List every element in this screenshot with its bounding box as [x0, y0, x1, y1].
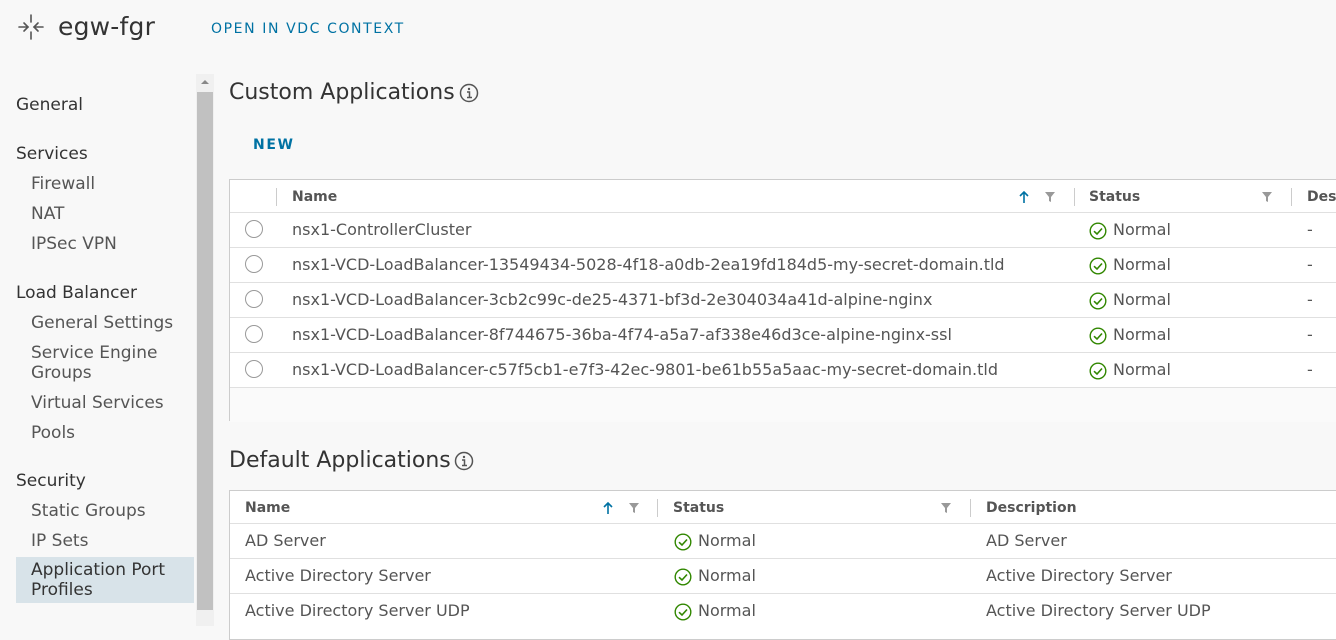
app-name: nsx1-VCD-LoadBalancer-c57f5cb1-e7f3-42ec… — [292, 360, 999, 379]
sidebar-item-ipsec-vpn[interactable]: IPSec VPN — [16, 234, 194, 254]
status-text: Normal — [1113, 360, 1171, 379]
check-circle-icon — [674, 568, 692, 586]
app-name: Active Directory Server — [245, 566, 431, 585]
open-in-vdc-context-link[interactable]: OPEN IN VDC CONTEXT — [211, 21, 405, 37]
column-separator — [970, 499, 971, 517]
app-name: Active Directory Server UDP — [245, 601, 470, 620]
sidebar-item-ip-sets[interactable]: IP Sets — [16, 531, 194, 551]
custom-applications-title: Custom Applications — [229, 80, 455, 105]
sidebar-item-firewall[interactable]: Firewall — [16, 174, 194, 194]
description-text: - — [1307, 220, 1313, 239]
description-text: Active Directory Server — [986, 566, 1172, 585]
grid-header: Name Status Desc — [230, 180, 1336, 212]
app-name: nsx1-ControllerCluster — [292, 220, 472, 239]
column-header-description[interactable]: Desc — [1307, 189, 1336, 205]
column-separator — [657, 499, 658, 517]
info-circle-icon[interactable] — [454, 451, 474, 471]
check-circle-icon — [674, 603, 692, 621]
row-select-radio[interactable] — [245, 360, 263, 378]
sidebar-group-load-balancer: Load Balancer — [16, 283, 137, 303]
row-select-radio[interactable] — [245, 220, 263, 238]
table-row[interactable]: Active Directory Server Normal Active Di… — [230, 558, 1336, 594]
default-applications-grid: Name Status Description AD Server Normal… — [229, 490, 1336, 640]
page-header: egw-fgr OPEN IN VDC CONTEXT — [0, 0, 1336, 60]
filter-icon[interactable] — [1261, 190, 1273, 204]
check-circle-icon — [1089, 362, 1107, 380]
filter-icon[interactable] — [628, 501, 640, 515]
column-header-status[interactable]: Status — [673, 500, 724, 516]
app-name: nsx1-VCD-LoadBalancer-3cb2c99c-de25-4371… — [292, 290, 933, 309]
info-circle-icon[interactable] — [459, 83, 479, 103]
column-header-status[interactable]: Status — [1089, 189, 1140, 205]
column-header-name[interactable]: Name — [292, 189, 337, 205]
column-header-name[interactable]: Name — [245, 500, 290, 516]
app-name: AD Server — [245, 531, 326, 550]
table-row[interactable]: nsx1-VCD-LoadBalancer-13549434-5028-4f18… — [230, 247, 1336, 283]
description-text: Active Directory Server UDP — [986, 601, 1211, 620]
row-select-radio[interactable] — [245, 290, 263, 308]
sidebar-scrollbar-thumb[interactable] — [197, 92, 213, 610]
status-text: Normal — [698, 531, 756, 550]
sidebar-item-general[interactable]: General — [16, 95, 83, 115]
app-name: nsx1-VCD-LoadBalancer-8f744675-36ba-4f74… — [292, 325, 952, 344]
description-text: - — [1307, 255, 1313, 274]
table-row[interactable]: nsx1-VCD-LoadBalancer-c57f5cb1-e7f3-42ec… — [230, 352, 1336, 388]
status-text: Normal — [1113, 325, 1171, 344]
grid-header: Name Status Description — [230, 491, 1336, 523]
column-separator — [1291, 188, 1292, 206]
table-row[interactable]: nsx1-ControllerCluster Normal - — [230, 212, 1336, 248]
page-title: egw-fgr — [58, 12, 156, 41]
column-separator — [276, 188, 277, 206]
check-circle-icon — [1089, 292, 1107, 310]
sidebar-item-virtual-services[interactable]: Virtual Services — [16, 393, 194, 413]
sidebar-item-general-settings[interactable]: General Settings — [16, 313, 194, 333]
sidebar-item-static-groups[interactable]: Static Groups — [16, 501, 194, 521]
new-application-button[interactable]: NEW — [253, 137, 295, 153]
column-header-description[interactable]: Description — [986, 500, 1077, 516]
row-select-radio[interactable] — [245, 325, 263, 343]
check-circle-icon — [674, 533, 692, 551]
sidebar-item-pools[interactable]: Pools — [16, 423, 194, 443]
table-row[interactable]: Active Directory Server UDP Normal Activ… — [230, 593, 1336, 629]
arrow-up-icon[interactable] — [602, 501, 614, 515]
edge-gateway-icon — [18, 14, 44, 40]
description-text: - — [1307, 360, 1313, 379]
table-row[interactable]: nsx1-VCD-LoadBalancer-3cb2c99c-de25-4371… — [230, 282, 1336, 318]
sidebar-item-nat[interactable]: NAT — [16, 204, 194, 224]
description-text: - — [1307, 325, 1313, 344]
sidebar-item-service-engine-groups[interactable]: Service Engine Groups — [16, 343, 194, 383]
grid-footer — [230, 387, 1336, 422]
check-circle-icon — [1089, 222, 1107, 240]
sidebar-group-security: Security — [16, 471, 86, 491]
status-text: Normal — [1113, 220, 1171, 239]
arrow-up-icon[interactable] — [1018, 190, 1030, 204]
status-text: Normal — [1113, 255, 1171, 274]
description-text: - — [1307, 290, 1313, 309]
custom-applications-grid: Name Status Desc nsx1-ControllerCluster … — [229, 179, 1336, 422]
filter-icon[interactable] — [940, 501, 952, 515]
app-name: nsx1-VCD-LoadBalancer-13549434-5028-4f18… — [292, 255, 1005, 274]
status-text: Normal — [698, 566, 756, 585]
description-text: AD Server — [986, 531, 1067, 550]
status-text: Normal — [698, 601, 756, 620]
sidebar-group-services: Services — [16, 144, 88, 164]
check-circle-icon — [1089, 327, 1107, 345]
sidebar-item-application-port-profiles[interactable]: Application Port Profiles — [16, 557, 194, 603]
filter-icon[interactable] — [1044, 190, 1056, 204]
scroll-up-arrow-icon[interactable] — [196, 74, 214, 90]
column-separator — [1074, 188, 1075, 206]
status-text: Normal — [1113, 290, 1171, 309]
table-row[interactable]: AD Server Normal AD Server — [230, 523, 1336, 559]
row-select-radio[interactable] — [245, 255, 263, 273]
default-applications-title: Default Applications — [229, 448, 451, 473]
table-row[interactable]: nsx1-VCD-LoadBalancer-8f744675-36ba-4f74… — [230, 317, 1336, 353]
check-circle-icon — [1089, 257, 1107, 275]
